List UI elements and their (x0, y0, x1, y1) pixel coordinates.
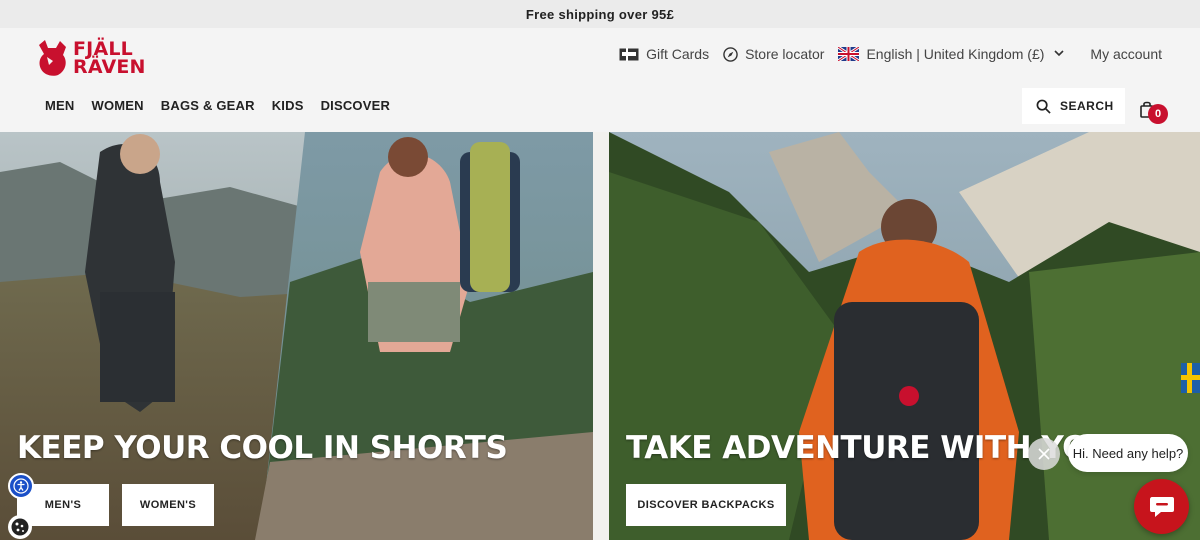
site-header: FJÄLL RÄVEN Gift Cards Store locator Eng… (0, 28, 1200, 132)
hero-section: KEEP YOUR COOL IN SHORTS MEN'S WOMEN'S T… (0, 132, 1200, 540)
locale-label: English | United Kingdom (£) (866, 46, 1045, 62)
shipping-banner: Free shipping over 95£ (0, 0, 1200, 28)
nav-kids[interactable]: KIDS (272, 98, 304, 113)
chat-icon (1149, 496, 1174, 517)
hero-shorts[interactable]: KEEP YOUR COOL IN SHORTS MEN'S WOMEN'S (0, 132, 593, 540)
chat-launcher-button[interactable] (1134, 479, 1189, 534)
hero-shorts-headline: KEEP YOUR COOL IN SHORTS (17, 430, 508, 466)
country-flag-tab[interactable] (1181, 363, 1200, 393)
utility-nav: Gift Cards Store locator English | Unite… (605, 46, 1162, 62)
brand-logo[interactable]: FJÄLL RÄVEN (36, 38, 154, 78)
hero-backpacks[interactable]: TAKE ADVENTURE WITH YOU DISCOVER BACKPAC… (609, 132, 1200, 540)
hero-backpacks-image (609, 132, 1200, 540)
gift-cards-link[interactable]: Gift Cards (619, 46, 709, 62)
accessibility-button[interactable] (8, 473, 34, 499)
fox-logo-icon (39, 40, 66, 76)
store-locator-link[interactable]: Store locator (723, 46, 824, 62)
chat-greeting-text: Hi. Need any help? (1072, 445, 1184, 461)
cookie-settings-button[interactable] (8, 515, 32, 539)
main-nav: MEN WOMEN BAGS & GEAR KIDS DISCOVER (45, 98, 407, 113)
search-label: SEARCH (1060, 99, 1114, 113)
nav-men[interactable]: MEN (45, 98, 75, 113)
chevron-down-icon (1054, 48, 1064, 60)
locale-selector[interactable]: English | United Kingdom (£) (838, 46, 1064, 62)
my-account-label: My account (1090, 46, 1162, 62)
cart-button[interactable]: 0 (1138, 100, 1168, 124)
nav-bags-gear[interactable]: BAGS & GEAR (161, 98, 255, 113)
my-account-link[interactable]: My account (1090, 46, 1162, 62)
hero-shorts-image (0, 132, 593, 540)
chat-greeting-bubble[interactable]: Hi. Need any help? (1068, 434, 1188, 472)
uk-flag-icon (838, 47, 860, 61)
close-icon (1038, 448, 1050, 460)
gift-cards-label: Gift Cards (646, 46, 710, 62)
store-locator-label: Store locator (745, 46, 825, 62)
brand-wordmark: FJÄLL RÄVEN (73, 40, 146, 78)
cookie-icon (11, 518, 29, 536)
womens-button[interactable]: WOMEN'S (122, 484, 214, 526)
search-icon (1036, 99, 1051, 114)
sweden-flag-icon (1181, 363, 1200, 393)
accessibility-icon (13, 478, 29, 494)
gift-card-icon (619, 47, 639, 61)
nav-women[interactable]: WOMEN (92, 98, 144, 113)
brand-wordmark-line2: RÄVEN (73, 56, 146, 78)
nav-discover[interactable]: DISCOVER (321, 98, 391, 113)
search-button[interactable]: SEARCH (1022, 88, 1125, 124)
compass-icon (723, 46, 738, 62)
cart-count-badge: 0 (1148, 104, 1168, 124)
chat-dismiss-button[interactable] (1028, 438, 1060, 470)
shipping-banner-text: Free shipping over 95£ (525, 6, 675, 22)
discover-backpacks-button[interactable]: DISCOVER BACKPACKS (626, 484, 786, 526)
